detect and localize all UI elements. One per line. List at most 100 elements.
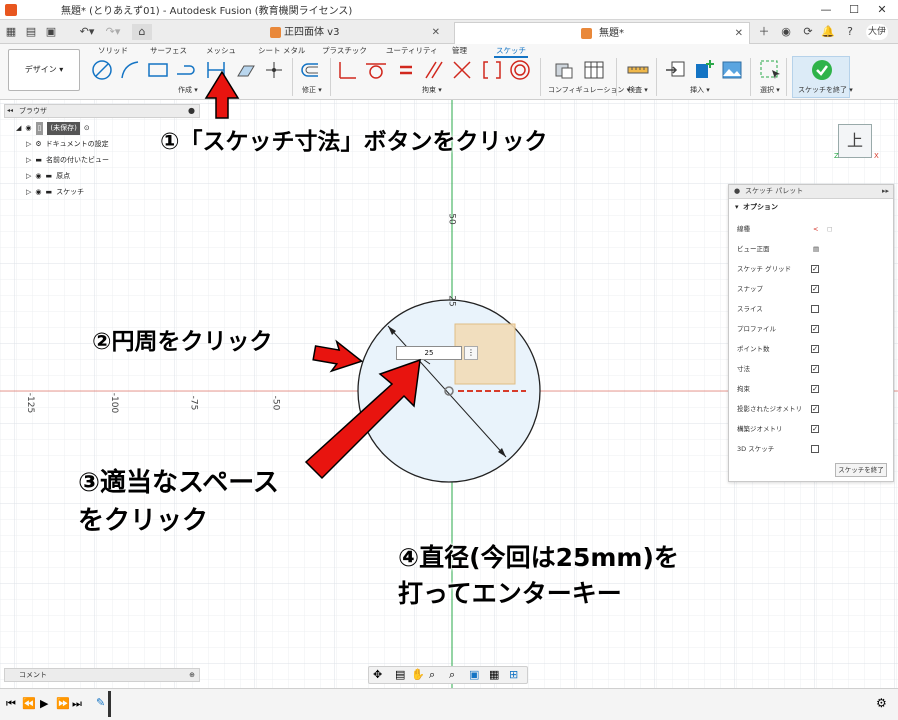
browser-item-origin[interactable]: ▷ ◉ ▬ 原点 — [26, 170, 70, 183]
offset-plane-icon[interactable] — [234, 58, 258, 82]
view-cube[interactable]: 上 — [838, 124, 872, 158]
app-grid-icon[interactable]: ▦ — [4, 24, 18, 40]
expand-icon[interactable]: ▷ — [26, 138, 31, 151]
browser-panel-header[interactable]: ◂◂ ブラウザ ● — [4, 104, 200, 118]
new-tab-icon[interactable]: ＋ — [756, 24, 772, 40]
palette-row-snap[interactable]: スナップ ✓ — [737, 283, 887, 295]
tangent-constraint-icon[interactable] — [364, 58, 388, 82]
tab-surface[interactable]: サーフェス — [150, 45, 187, 56]
palette-row-profile[interactable]: プロファイル ✓ — [737, 323, 887, 335]
group-insert[interactable]: 挿入 ▾ — [690, 85, 710, 95]
select-icon[interactable] — [758, 58, 782, 82]
concentric-constraint-icon[interactable] — [508, 58, 532, 82]
go-to-start-icon[interactable]: ⏮ — [6, 697, 16, 711]
group-modify[interactable]: 修正 ▾ — [302, 85, 322, 95]
perpendicular-constraint-icon[interactable] — [450, 58, 474, 82]
user-avatar[interactable]: 大伊 — [866, 24, 888, 40]
timeline-settings-icon[interactable]: ⚙ — [876, 696, 887, 710]
tab-document-1[interactable]: 正四面体 v3 ✕ — [266, 22, 446, 44]
midpoint-constraint-icon[interactable] — [480, 58, 504, 82]
viewports-icon[interactable]: ⊞ — [509, 668, 518, 681]
rectangle-tool-icon[interactable] — [146, 58, 170, 82]
workspace-selector[interactable]: デザイン ▾ — [8, 49, 80, 91]
look-at-nav-icon[interactable]: ▤ — [395, 668, 405, 681]
equal-constraint-icon[interactable] — [394, 58, 418, 82]
expand-icon[interactable]: ▷ — [26, 170, 31, 183]
group-create[interactable]: 作成 ▾ — [178, 85, 198, 95]
display-settings-icon[interactable]: ▣ — [469, 668, 479, 681]
jobs-icon[interactable]: ⟳ — [800, 24, 816, 40]
close-tab-icon[interactable]: ✕ — [735, 23, 743, 45]
construction-linetype-icon[interactable]: < — [813, 223, 818, 235]
undo-icon[interactable]: ↶▾ — [78, 24, 96, 40]
zoom-icon[interactable]: ⌕ — [429, 668, 435, 682]
constraints-checkbox[interactable]: ✓ — [811, 385, 819, 393]
collapse-browser-icon[interactable]: ◂◂ — [7, 105, 13, 117]
tab-manage[interactable]: 管理 — [452, 45, 467, 56]
group-inspect[interactable]: 検査 ▾ — [628, 85, 648, 95]
group-configuration[interactable]: コンフィギュレーション ▾ — [548, 85, 630, 95]
insert-derive-icon[interactable] — [664, 58, 688, 82]
palette-row-grid[interactable]: スケッチ グリッド ✓ — [737, 263, 887, 275]
extensions-icon[interactable]: ◉ — [778, 24, 794, 40]
eye-icon[interactable]: ◉ — [35, 186, 41, 199]
palette-row-3d-sketch[interactable]: 3D スケッチ — [737, 443, 887, 455]
palette-section-options[interactable]: ▾ オプション — [729, 199, 893, 215]
slice-checkbox[interactable] — [811, 305, 819, 313]
tab-solid[interactable]: ソリッド — [98, 45, 128, 56]
palette-row-constraints[interactable]: 拘束 ✓ — [737, 383, 887, 395]
browser-item-root[interactable]: ◢ ◉ ▯ (未保存) ⊙ — [16, 122, 90, 135]
palette-row-dimensions[interactable]: 寸法 ✓ — [737, 363, 887, 375]
play-icon[interactable]: ▶ — [40, 697, 48, 710]
step-back-icon[interactable]: ⏪ — [22, 697, 36, 710]
orbit-icon[interactable]: ✥ — [373, 668, 382, 681]
tab-sketch[interactable]: スケッチ — [494, 45, 528, 58]
configure-icon[interactable] — [552, 58, 576, 82]
pan-icon[interactable]: ✋ — [411, 668, 425, 681]
insert-component-icon[interactable] — [692, 58, 716, 82]
expand-icon[interactable]: ▷ — [26, 186, 31, 199]
parallel-constraint-icon[interactable] — [422, 58, 446, 82]
tab-plastic[interactable]: プラスチック — [322, 45, 367, 56]
eye-icon[interactable]: ◉ — [35, 170, 41, 183]
point-tool-icon[interactable] — [262, 58, 286, 82]
close-button[interactable]: ✕ — [868, 0, 896, 20]
step-forward-icon[interactable]: ⏩ — [56, 697, 70, 710]
redo-icon[interactable]: ↷▾ — [104, 24, 122, 40]
dimensions-checkbox[interactable]: ✓ — [811, 365, 819, 373]
dimension-value-input[interactable]: 25 — [396, 346, 462, 360]
construction-checkbox[interactable]: ✓ — [811, 425, 819, 433]
grid-checkbox[interactable]: ✓ — [811, 265, 819, 273]
dimension-menu-icon[interactable]: ⋮ — [464, 346, 478, 360]
expand-palette-icon[interactable]: ▸▸ — [882, 185, 889, 198]
eye-icon[interactable]: ◉ — [25, 122, 31, 135]
palette-row-projected[interactable]: 投影されたジオメトリ ✓ — [737, 403, 887, 415]
points-checkbox[interactable]: ✓ — [811, 345, 819, 353]
group-constraints[interactable]: 拘束 ▾ — [422, 85, 442, 95]
configuration-table-icon[interactable] — [582, 58, 606, 82]
tab-utility[interactable]: ユーティリティ — [386, 45, 438, 56]
browser-options-icon[interactable]: ● — [188, 105, 195, 117]
group-select[interactable]: 選択 ▾ — [760, 85, 780, 95]
palette-header[interactable]: ● スケッチ パレット ▸▸ — [729, 185, 893, 199]
palette-row-linetype[interactable]: 線種 < ◻ — [737, 223, 887, 235]
browser-item-doc-settings[interactable]: ▷ ⚙ ドキュメントの設定 — [26, 138, 109, 151]
line-tool-icon[interactable] — [90, 58, 114, 82]
minimize-button[interactable]: — — [812, 0, 840, 20]
go-to-end-icon[interactable]: ⏭ — [72, 697, 82, 711]
palette-row-points[interactable]: ポイント数 ✓ — [737, 343, 887, 355]
close-tab-icon[interactable]: ✕ — [432, 22, 440, 44]
finish-sketch-button[interactable]: スケッチを終了 — [835, 463, 887, 477]
collapse-section-icon[interactable]: ▾ — [735, 199, 739, 215]
palette-row-slice[interactable]: スライス — [737, 303, 887, 315]
group-finish-sketch[interactable]: スケッチを終了 ▾ — [798, 85, 853, 95]
notifications-icon[interactable]: 🔔 — [820, 24, 836, 40]
browser-item-sketches[interactable]: ▷ ◉ ▬ スケッチ — [26, 186, 84, 199]
centerline-icon[interactable]: ◻ — [827, 223, 832, 235]
look-at-icon[interactable]: ▤ — [813, 243, 819, 255]
home-tab[interactable]: ⌂ — [132, 24, 152, 40]
coincident-constraint-icon[interactable] — [336, 58, 360, 82]
timeline-sketch-feature-icon[interactable]: ✎ — [96, 696, 105, 709]
snap-checkbox[interactable]: ✓ — [811, 285, 819, 293]
grid-settings-icon[interactable]: ▦ — [489, 668, 499, 681]
